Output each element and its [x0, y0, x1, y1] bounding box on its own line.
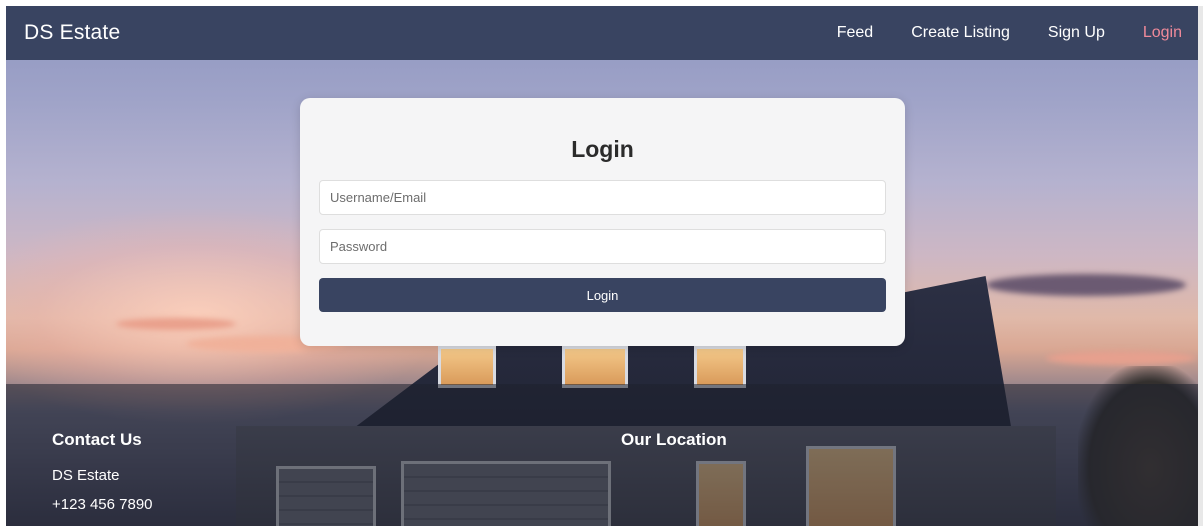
footer-contact-heading: Contact Us	[52, 430, 142, 449]
page-scrollbar[interactable]	[1198, 6, 1203, 526]
nav-link-feed[interactable]: Feed	[837, 24, 873, 42]
cloud	[1046, 351, 1196, 365]
nav-link-login[interactable]: Login	[1143, 24, 1182, 42]
cloud	[986, 274, 1186, 296]
password-input[interactable]	[319, 229, 886, 264]
top-navbar: DS Estate Feed Create Listing Sign Up Lo…	[6, 6, 1198, 60]
login-title: Login	[571, 136, 634, 162]
house-window	[694, 346, 746, 388]
nav-link-create-listing[interactable]: Create Listing	[911, 24, 1010, 42]
footer-location-section: Our Location	[621, 430, 727, 450]
footer-contact-phone: +123 456 7890	[52, 496, 153, 513]
house-window	[438, 346, 496, 388]
nav-link-sign-up[interactable]: Sign Up	[1048, 24, 1105, 42]
footer-contact-company: DS Estate	[52, 467, 120, 484]
footer: Contact Us DS Estate +123 456 7890 Our L…	[6, 384, 1198, 526]
footer-contact-section: Contact Us DS Estate +123 456 7890	[52, 430, 153, 513]
house-window	[562, 346, 628, 388]
nav-links: Feed Create Listing Sign Up Login	[799, 24, 1182, 42]
username-email-input[interactable]	[319, 180, 886, 215]
login-card: Login Login	[300, 98, 905, 346]
brand-logo[interactable]: DS Estate	[24, 21, 120, 45]
footer-location-heading: Our Location	[621, 430, 727, 449]
login-submit-button[interactable]: Login	[319, 278, 886, 312]
cloud	[116, 318, 236, 330]
